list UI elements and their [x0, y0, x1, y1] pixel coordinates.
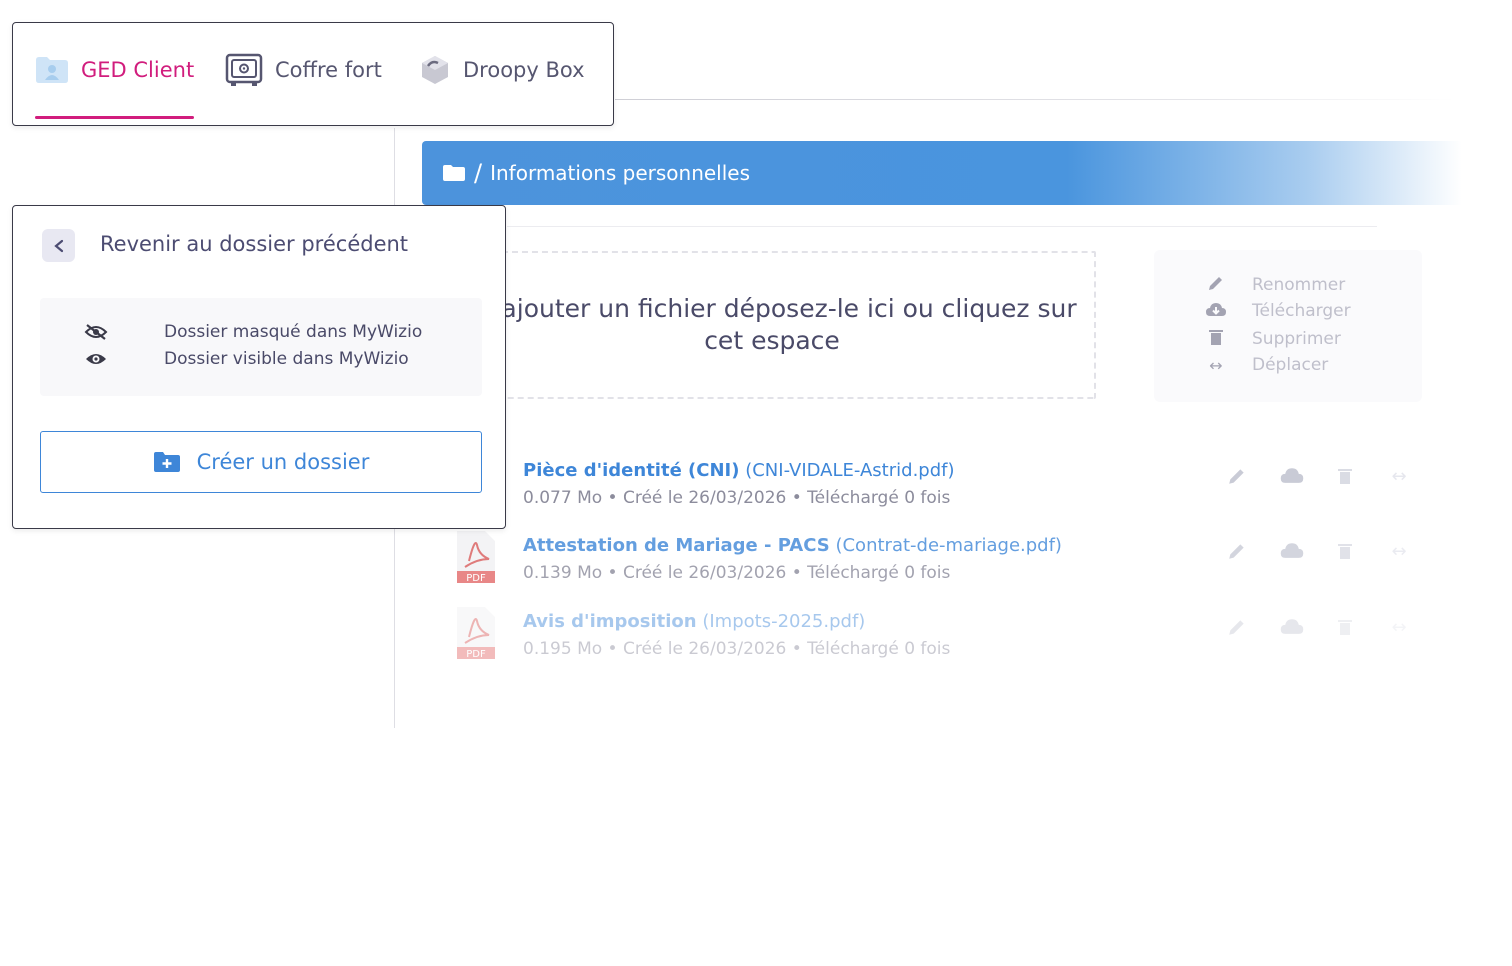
cloud-download-icon[interactable]	[1279, 541, 1304, 566]
cloud-download-icon	[1204, 301, 1228, 321]
safe-icon	[225, 53, 263, 87]
dropzone-text: ur ajouter un fichier déposez-le ici ou …	[470, 294, 1077, 355]
visibility-legend: Dossier masqué dans MyWizio Dossier visi…	[40, 298, 482, 396]
legend-delete: Supprimer	[1204, 328, 1341, 350]
cloud-download-icon[interactable]	[1279, 466, 1304, 491]
row-actions: ↔	[1225, 617, 1411, 642]
move-arrows-icon[interactable]: ↔	[1387, 541, 1411, 566]
box-icon	[419, 54, 451, 86]
section-divider	[507, 226, 1377, 227]
pdf-icon: PDF	[457, 607, 495, 660]
file-title[interactable]: Avis d'imposition (Impots-2025.pdf)	[523, 611, 865, 632]
file-row[interactable]: PDF Avis d'imposition (Impots-2025.pdf) …	[455, 607, 1455, 671]
legend-move: ↔ Déplacer	[1204, 355, 1328, 375]
pdf-badge: PDF	[466, 649, 486, 660]
legend-visible: Dossier visible dans MyWizio	[84, 349, 409, 369]
tabs-panel: GED Client Coffre fort Droopy Box	[12, 22, 614, 126]
row-actions: ↔	[1225, 466, 1411, 491]
breadcrumb: / Informations personnelles	[422, 141, 1462, 205]
move-arrows-icon[interactable]: ↔	[1387, 466, 1411, 491]
trash-icon[interactable]	[1333, 541, 1357, 566]
file-title[interactable]: Pièce d'identité (CNI) (CNI-VIDALE-Astri…	[523, 460, 955, 481]
file-row[interactable]: Pièce d'identité (CNI) (CNI-VIDALE-Astri…	[455, 460, 1455, 520]
pencil-icon[interactable]	[1225, 617, 1249, 642]
chevron-left-icon	[53, 239, 63, 252]
back-button[interactable]	[42, 229, 75, 262]
tab-droopy-box[interactable]: Droopy Box	[419, 23, 585, 117]
row-actions: ↔	[1225, 541, 1411, 566]
folder-plus-icon	[153, 451, 181, 473]
file-title[interactable]: Attestation de Mariage - PACS (Contrat-d…	[523, 535, 1062, 556]
legend-download: Télécharger	[1204, 301, 1351, 321]
folder-icon	[443, 165, 465, 181]
tab-ged-client[interactable]: GED Client	[35, 23, 195, 119]
file-meta: 0.195 Mo • Créé le 26/03/2026 • Téléchar…	[523, 639, 951, 659]
pencil-icon[interactable]	[1225, 466, 1249, 491]
eye-icon	[84, 351, 108, 367]
trash-icon	[1204, 328, 1228, 350]
pdf-icon: PDF	[457, 531, 495, 584]
breadcrumb-title: Informations personnelles	[490, 161, 751, 185]
top-divider	[615, 99, 1455, 100]
move-arrows-icon: ↔	[1209, 355, 1223, 375]
create-folder-button[interactable]: Créer un dossier	[40, 431, 482, 493]
actions-legend: Renommer Télécharger Supprimer ↔ Déplace…	[1154, 250, 1422, 402]
file-meta: 0.077 Mo • Créé le 26/03/2026 • Téléchar…	[523, 488, 951, 508]
file-meta: 0.139 Mo • Créé le 26/03/2026 • Téléchar…	[523, 563, 951, 583]
pdf-badge: PDF	[466, 573, 486, 584]
pencil-icon	[1204, 274, 1228, 296]
user-folder-icon	[35, 56, 69, 84]
eye-slash-icon	[84, 323, 108, 341]
move-arrows-icon[interactable]: ↔	[1387, 617, 1411, 642]
cloud-download-icon[interactable]	[1279, 617, 1304, 642]
tab-coffre-fort[interactable]: Coffre fort	[225, 23, 382, 117]
trash-icon[interactable]	[1333, 617, 1357, 642]
legend-hidden: Dossier masqué dans MyWizio	[84, 322, 422, 342]
trash-icon[interactable]	[1333, 466, 1357, 491]
breadcrumb-separator: /	[474, 159, 483, 187]
file-dropzone[interactable]: ur ajouter un fichier déposez-le ici ou …	[470, 251, 1096, 399]
legend-rename: Renommer	[1204, 274, 1345, 296]
back-label[interactable]: Revenir au dossier précédent	[100, 232, 408, 256]
file-row[interactable]: PDF Attestation de Mariage - PACS (Contr…	[455, 531, 1455, 595]
pencil-icon[interactable]	[1225, 541, 1249, 566]
folder-panel: Revenir au dossier précédent Dossier mas…	[12, 205, 506, 529]
